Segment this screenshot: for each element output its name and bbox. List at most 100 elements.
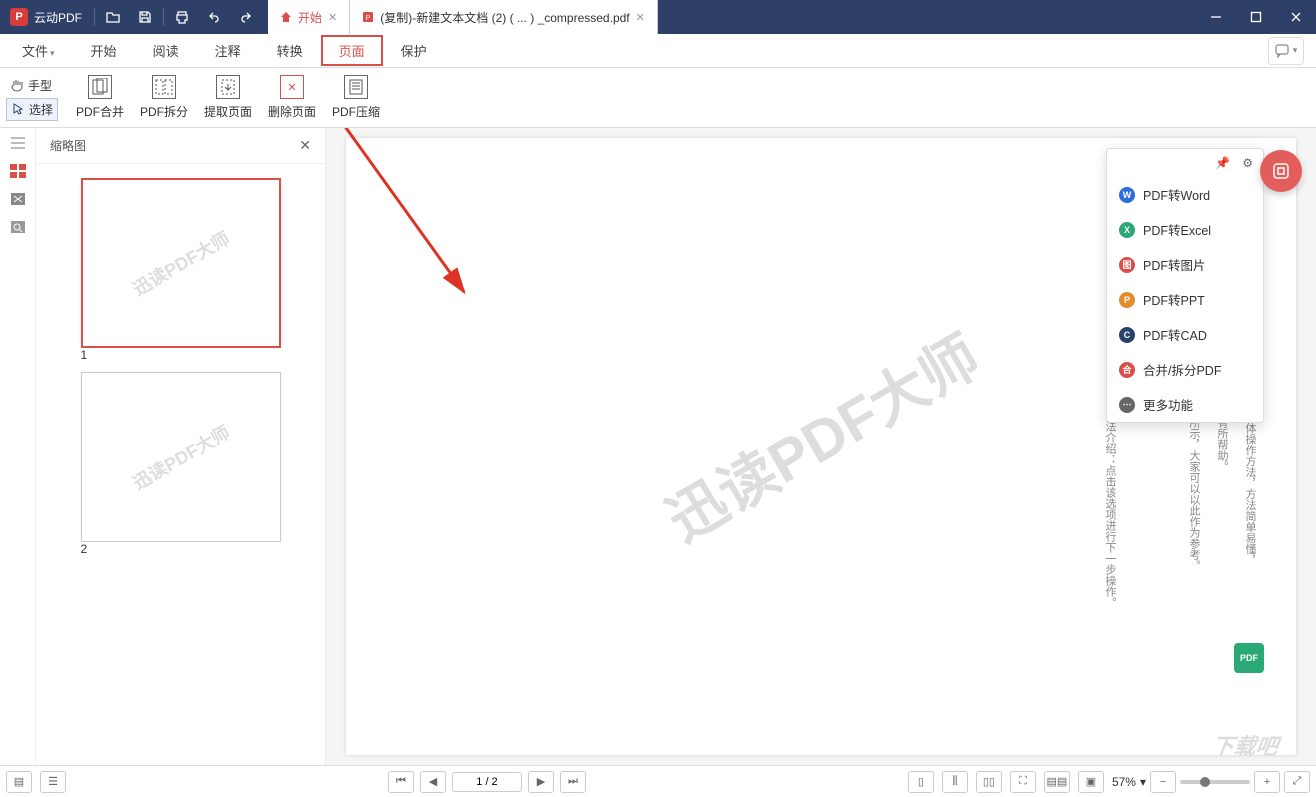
thumbnail-panel-title: 缩略图 <box>50 137 86 154</box>
thumbnail-panel-close-icon[interactable]: ✕ <box>299 137 311 154</box>
convert-panel: 📌 ⚙ WPDF转Word XPDF转Excel 图PDF转图片 PPDF转PP… <box>1106 148 1264 423</box>
open-icon[interactable] <box>97 0 129 34</box>
rail-thumbnails-icon[interactable] <box>8 162 28 180</box>
compress-icon <box>344 75 368 99</box>
thumbnail-panel: 缩略图 ✕ 迅读PDF大师 1 迅读PDF大师 2 <box>36 128 326 765</box>
merge-split-icon: 合 <box>1119 362 1135 378</box>
menu-read[interactable]: 阅读 <box>135 35 197 66</box>
menu-start[interactable]: 开始 <box>73 35 135 66</box>
tool-delete-page[interactable]: ✕ 删除页面 <box>260 73 324 122</box>
pdf-badge-icon: PDF <box>1234 643 1264 673</box>
delete-page-icon: ✕ <box>280 75 304 99</box>
prev-page-button[interactable]: ◀ <box>420 771 446 793</box>
document-view[interactable]: 迅读PDF大师 以上就是小编给大家整理的EF Find设置中文的具体操作方法，方… <box>326 128 1316 765</box>
print-icon[interactable] <box>166 0 198 34</box>
document-watermark: 迅读PDF大师 <box>649 311 992 558</box>
tab-home[interactable]: 开始 ✕ <box>268 0 350 34</box>
extract-icon <box>216 75 240 99</box>
window-controls <box>1196 0 1316 34</box>
zoom-controls: 57%▾ − + ⤢ <box>1112 771 1310 793</box>
separator <box>94 8 95 26</box>
menu-file[interactable]: 文件▾ <box>4 35 73 66</box>
main-area: 缩略图 ✕ 迅读PDF大师 1 迅读PDF大师 2 迅读PDF大师 以上就是小编… <box>0 128 1316 765</box>
tool-merge[interactable]: PDF合并 <box>68 73 132 122</box>
statusbar: ▤ ☰ ⏮ ◀ ▶ ⏭ ▯ ⫼ ▯▯ ⛶ ▤▤ ▣ 57%▾ − + ⤢ <box>0 765 1316 797</box>
comments-panel-button[interactable]: ▾ <box>1268 37 1304 65</box>
tool-hand[interactable]: 手型 <box>6 75 58 96</box>
tool-split[interactable]: PDF拆分 <box>132 73 196 122</box>
tool-select[interactable]: 选择 <box>6 98 58 121</box>
tool-select-label: 选择 <box>29 101 53 118</box>
redo-icon[interactable] <box>230 0 262 34</box>
rail-search-icon[interactable] <box>8 218 28 236</box>
convert-cad[interactable]: CPDF转CAD <box>1107 317 1263 352</box>
page-input[interactable] <box>452 772 522 792</box>
svg-text:P: P <box>366 15 371 22</box>
rail-annotations-icon[interactable] <box>8 190 28 208</box>
menu-annotate[interactable]: 注释 <box>197 35 259 66</box>
rail-outline-icon[interactable] <box>8 134 28 152</box>
menubar: 文件▾ 开始 阅读 注释 转换 页面 保护 ▾ <box>0 34 1316 68</box>
thumbnail-number: 1 <box>81 348 281 362</box>
menu-protect[interactable]: 保护 <box>383 35 445 66</box>
first-page-button[interactable]: ⏮ <box>388 771 414 793</box>
separator <box>163 8 164 26</box>
maximize-button[interactable] <box>1236 0 1276 34</box>
tab-document[interactable]: P (复制)-新建文本文档 (2) ( ... ) _compressed.pd… <box>350 0 658 34</box>
site-watermark: 下载吧 <box>1210 729 1281 761</box>
ribbon: 手型 选择 PDF合并 PDF拆分 提取页面 ✕ 删除页面 PDF压缩 <box>0 68 1316 128</box>
last-page-button[interactable]: ⏭ <box>560 771 586 793</box>
sb-outline-icon[interactable]: ☰ <box>40 771 66 793</box>
tool-compress[interactable]: PDF压缩 <box>324 73 388 122</box>
menu-convert[interactable]: 转换 <box>259 35 321 66</box>
app-name: 云动PDF <box>34 9 82 26</box>
quick-action-button[interactable] <box>1260 150 1302 192</box>
menu-page[interactable]: 页面 <box>321 35 383 66</box>
thumbnail-number: 2 <box>81 542 281 556</box>
pin-icon[interactable]: 📌 <box>1215 156 1230 170</box>
close-button[interactable] <box>1276 0 1316 34</box>
convert-excel[interactable]: XPDF转Excel <box>1107 212 1263 247</box>
close-icon[interactable]: ✕ <box>328 11 337 24</box>
gear-icon[interactable]: ⚙ <box>1242 156 1253 170</box>
save-icon[interactable] <box>129 0 161 34</box>
view-continuous-icon[interactable]: ⫼ <box>942 771 968 793</box>
fullscreen-button[interactable]: ⤢ <box>1284 771 1310 793</box>
more-icon: ⋯ <box>1119 397 1135 413</box>
zoom-value: 57% <box>1112 775 1136 789</box>
sb-page-thumbs-icon[interactable]: ▤ <box>6 771 32 793</box>
ppt-icon: P <box>1119 292 1135 308</box>
view-fit-icon[interactable]: ⛶ <box>1010 771 1036 793</box>
tool-hand-label: 手型 <box>28 77 52 94</box>
convert-ppt[interactable]: PPDF转PPT <box>1107 282 1263 317</box>
minimize-button[interactable] <box>1196 0 1236 34</box>
left-rail <box>0 128 36 765</box>
pager: ⏮ ◀ ▶ ⏭ <box>388 771 586 793</box>
view-single-icon[interactable]: ▯ <box>908 771 934 793</box>
thumbnail-page-2[interactable]: 迅读PDF大师 <box>81 372 281 542</box>
split-icon <box>152 75 176 99</box>
view-facing-icon[interactable]: ▯▯ <box>976 771 1002 793</box>
cad-icon: C <box>1119 327 1135 343</box>
close-icon[interactable]: ✕ <box>636 11 645 24</box>
document-tabs: 开始 ✕ P (复制)-新建文本文档 (2) ( ... ) _compress… <box>268 0 658 34</box>
image-icon: 图 <box>1119 257 1135 273</box>
view-presentation-icon[interactable]: ▣ <box>1078 771 1104 793</box>
tab-label: (复制)-新建文本文档 (2) ( ... ) _compressed.pdf <box>380 9 629 26</box>
merge-icon <box>88 75 112 99</box>
merge-split[interactable]: 合合并/拆分PDF <box>1107 352 1263 387</box>
convert-image[interactable]: 图PDF转图片 <box>1107 247 1263 282</box>
thumbnail-page-1[interactable]: 迅读PDF大师 <box>81 178 281 348</box>
view-book-icon[interactable]: ▤▤ <box>1044 771 1070 793</box>
excel-icon: X <box>1119 222 1135 238</box>
more-functions[interactable]: ⋯更多功能 <box>1107 387 1263 422</box>
zoom-in-button[interactable]: + <box>1254 771 1280 793</box>
word-icon: W <box>1119 187 1135 203</box>
app-logo-icon: P <box>10 8 28 26</box>
undo-icon[interactable] <box>198 0 230 34</box>
zoom-out-button[interactable]: − <box>1150 771 1176 793</box>
tool-extract[interactable]: 提取页面 <box>196 73 260 122</box>
zoom-slider[interactable] <box>1180 780 1250 784</box>
next-page-button[interactable]: ▶ <box>528 771 554 793</box>
convert-word[interactable]: WPDF转Word <box>1107 177 1263 212</box>
